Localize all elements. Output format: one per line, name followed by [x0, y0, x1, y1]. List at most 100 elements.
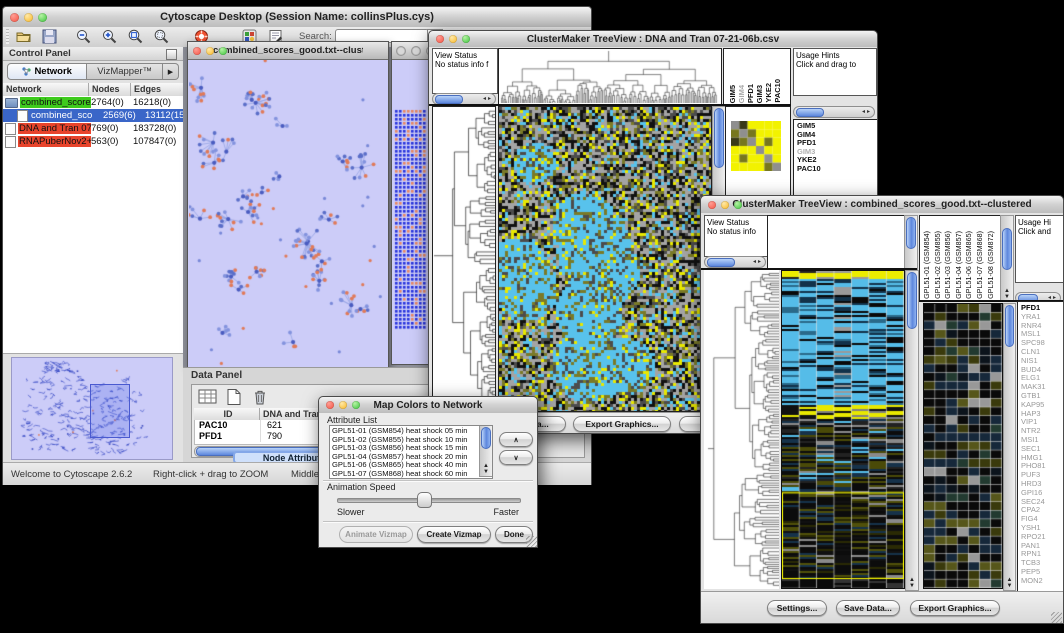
gene-label[interactable]: PAC10 — [797, 165, 877, 174]
vscroll-arrows-icon[interactable]: ▲▼ — [480, 463, 492, 475]
vscroll-thumb[interactable] — [907, 272, 917, 329]
main-title-bar[interactable]: Cytoscape Desktop (Session Name: collins… — [3, 7, 591, 28]
network-row[interactable]: combined_scores_2764(0)16218(0) — [3, 96, 183, 109]
column-label[interactable]: GPL51-08 (GSM872) — [986, 231, 995, 299]
network-view-2-title-bar[interactable] — [392, 42, 430, 60]
treeview2-window-controls[interactable] — [708, 201, 742, 209]
attribute-listbox[interactable]: GPL51-01 (GSM854) heat shock 05 minGPL51… — [329, 425, 493, 479]
column-label[interactable]: YKE2 — [764, 83, 773, 103]
network-view-window-controls[interactable] — [193, 47, 227, 55]
vscroll-arrows-icon[interactable]: ▲▼ — [906, 577, 918, 589]
treeview2-heatmap-vscrollbar[interactable]: ▲▼ — [905, 270, 919, 591]
treeview2-row-dendrogram[interactable] — [704, 270, 779, 589]
scroll-thumb[interactable] — [796, 108, 824, 117]
attribute-item[interactable]: GPL51-07 (GSM868) heat shock 60 min — [332, 470, 492, 479]
open-folder-icon[interactable] — [15, 28, 32, 45]
close-icon — [10, 13, 19, 22]
move-up-button[interactable]: ∧ — [499, 432, 533, 447]
resize-grip[interactable] — [1051, 612, 1062, 623]
undock-panel-icon[interactable] — [166, 49, 177, 60]
map-dialog-title-bar[interactable]: Map Colors to Network — [319, 397, 537, 414]
zoom-out-icon[interactable] — [75, 28, 92, 45]
treeview2-window: ClusterMaker TreeView : combined_scores_… — [700, 195, 1064, 624]
col-nodes[interactable]: Nodes — [89, 83, 131, 96]
tab-overflow-button[interactable]: ▶ — [163, 63, 179, 80]
move-down-button[interactable]: ∨ — [499, 450, 533, 465]
slider-thumb[interactable] — [417, 492, 432, 508]
column-label[interactable]: GIM4 — [737, 85, 746, 103]
network-overview-panel[interactable] — [11, 357, 173, 460]
column-label[interactable]: GPL51-03 (GSM856) — [943, 231, 952, 299]
network-row[interactable]: combined_sco2569(6)13112(15) — [3, 109, 183, 122]
treeview2-title-bar[interactable]: ClusterMaker TreeView : combined_scores_… — [701, 196, 1063, 214]
attribute-list-vscrollbar[interactable]: ▲▼ — [479, 426, 492, 477]
zoom-actual-icon[interactable] — [153, 28, 170, 45]
save-data-button[interactable]: Save Data... — [836, 600, 900, 616]
gene-label[interactable]: MON2 — [1021, 577, 1063, 586]
network-canvas[interactable] — [189, 60, 385, 366]
treeview2-labels-vscrollbar[interactable]: ▲▼ — [1000, 215, 1014, 302]
vscroll-arrows-icon[interactable]: ▲▼ — [1004, 577, 1015, 589]
separator — [323, 521, 533, 522]
vscroll-thumb[interactable] — [481, 427, 491, 449]
zoom-matrix-canvas[interactable] — [731, 121, 781, 171]
scroll-thumb[interactable] — [435, 95, 463, 104]
export-graphics-button[interactable]: Export Graphics... — [573, 416, 671, 432]
treeview1-hints-scrollbar[interactable]: ◂▸ — [793, 106, 875, 118]
column-label[interactable]: PFD1 — [746, 84, 755, 103]
tab-network[interactable]: Network — [7, 63, 87, 80]
export-graphics-button[interactable]: Export Graphics... — [910, 600, 1000, 616]
toolbar-grip[interactable] — [6, 29, 9, 44]
treeview2-zoom-heatmap-canvas[interactable] — [923, 303, 1003, 589]
treeview1-row-dendrogram[interactable] — [432, 106, 496, 414]
treeview2-zoom-vscrollbar[interactable]: ▲▼ — [1003, 303, 1016, 591]
attribute-select-icon[interactable] — [198, 388, 218, 406]
overview-viewport-rect[interactable] — [90, 384, 130, 438]
column-label[interactable]: GPL51-04 (GSM857) — [954, 231, 963, 299]
file-icon — [5, 136, 16, 148]
vscroll-thumb[interactable] — [1005, 305, 1014, 347]
column-label[interactable]: GPL51-06 (GSM865) — [964, 231, 973, 299]
network-row[interactable]: DNA and Tran 07769(0)183728(0) — [3, 122, 183, 135]
edge-count: 13112(15) — [145, 110, 183, 121]
network-row[interactable]: RNAPuberNov2+563(0)107847(0) — [3, 135, 183, 148]
tab-vizmapper[interactable]: VizMapper™ — [87, 63, 163, 80]
dense-network-canvas[interactable] — [394, 108, 427, 334]
col-network[interactable]: Network — [3, 83, 89, 96]
scroll-arrows-icon[interactable]: ◂▸ — [483, 94, 493, 104]
trash-icon[interactable] — [250, 388, 270, 406]
column-label[interactable]: GPL51-02 (GSM855) — [933, 231, 942, 299]
vscroll-arrows-icon[interactable]: ▲▼ — [1001, 288, 1013, 300]
zoom-fit-icon[interactable] — [127, 28, 144, 45]
treeview1-title-bar[interactable]: ClusterMaker TreeView : DNA and Tran 07-… — [429, 31, 877, 48]
network-view-title-bar[interactable]: combined_scores_good.txt--cluste... — [188, 42, 388, 60]
col-edges[interactable]: Edges — [131, 83, 183, 96]
scroll-arrows-icon[interactable]: ◂▸ — [862, 107, 872, 117]
zoom-in-icon[interactable] — [101, 28, 118, 45]
animate-vizmap-button[interactable]: Animate Vizmap — [339, 526, 413, 543]
column-label[interactable]: GPL51-07 (GSM868) — [975, 231, 984, 299]
treeview1-heatmap-canvas[interactable] — [498, 106, 712, 412]
new-document-icon[interactable] — [224, 388, 244, 406]
scroll-thumb[interactable] — [707, 258, 735, 267]
vscroll-thumb[interactable] — [1002, 228, 1012, 270]
settings-button[interactable]: Settings... — [767, 600, 827, 616]
treeview2-status-scrollbar[interactable]: ◂▸ — [704, 256, 766, 268]
resize-grip[interactable] — [526, 536, 537, 547]
column-label[interactable]: GPL51-01 (GSM854) — [922, 231, 931, 299]
vscroll-thumb[interactable] — [906, 217, 916, 249]
column-label[interactable]: PAC10 — [773, 79, 782, 103]
scroll-arrows-icon[interactable]: ◂▸ — [753, 257, 763, 267]
column-label[interactable]: GIM3 — [755, 85, 764, 103]
treeview1-window-controls[interactable] — [436, 35, 470, 43]
treeview2-heatmap-canvas[interactable] — [781, 270, 905, 589]
treeview2-topdendro-vscrollbar[interactable] — [904, 215, 918, 270]
treeview1-column-dendrogram[interactable] — [498, 48, 722, 106]
map-dialog-window-controls[interactable] — [326, 401, 360, 409]
window-controls[interactable] — [10, 13, 47, 22]
column-label[interactable]: GIM5 — [728, 85, 737, 103]
treeview2-column-dendrogram[interactable] — [767, 215, 905, 270]
save-icon[interactable] — [41, 28, 58, 45]
create-vizmap-button[interactable]: Create Vizmap — [417, 526, 491, 543]
vscroll-thumb[interactable] — [714, 108, 724, 168]
